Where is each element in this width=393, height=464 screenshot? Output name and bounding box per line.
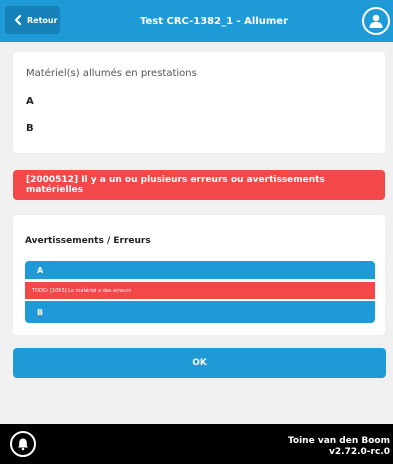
user-button[interactable] [362, 7, 390, 35]
footer-user-info: Toine van den Boom v2.72.0-rc.0 [288, 436, 390, 458]
back-button[interactable]: Retour [5, 6, 60, 34]
user-icon [369, 14, 383, 28]
ok-button[interactable]: OK [13, 348, 386, 378]
warning-item-a[interactable]: A [25, 261, 375, 279]
app-version: v2.72.0-rc.0 [329, 447, 390, 457]
warnings-heading: Avertissements / Erreurs [25, 236, 151, 246]
back-button-label: Retour [27, 15, 58, 25]
notifications-button[interactable] [10, 431, 36, 457]
equipment-card: Matériel(s) allumés en prestations A B [13, 52, 385, 153]
warning-item-b[interactable]: B [25, 301, 375, 323]
equipment-item: B [26, 123, 34, 134]
equipment-item: A [26, 96, 34, 107]
app-footer: Toine van den Boom v2.72.0-rc.0 [0, 424, 393, 464]
page-title: Test CRC-1382_1 - Allumer [140, 15, 288, 27]
equipment-caption: Matériel(s) allumés en prestations [26, 68, 197, 79]
warning-message: TODO: [1063] Le matériel a des erreurs [25, 282, 375, 299]
error-banner: [2000512] Il y a un ou plusieurs erreurs… [13, 170, 385, 200]
bell-icon [18, 438, 28, 451]
app-header: Retour Test CRC-1382_1 - Allumer [0, 0, 393, 42]
user-name: Toine van den Boom [287, 436, 390, 446]
warnings-card: Avertissements / Erreurs A TODO: [1063] … [13, 215, 385, 335]
chevron-left-icon [14, 14, 22, 26]
